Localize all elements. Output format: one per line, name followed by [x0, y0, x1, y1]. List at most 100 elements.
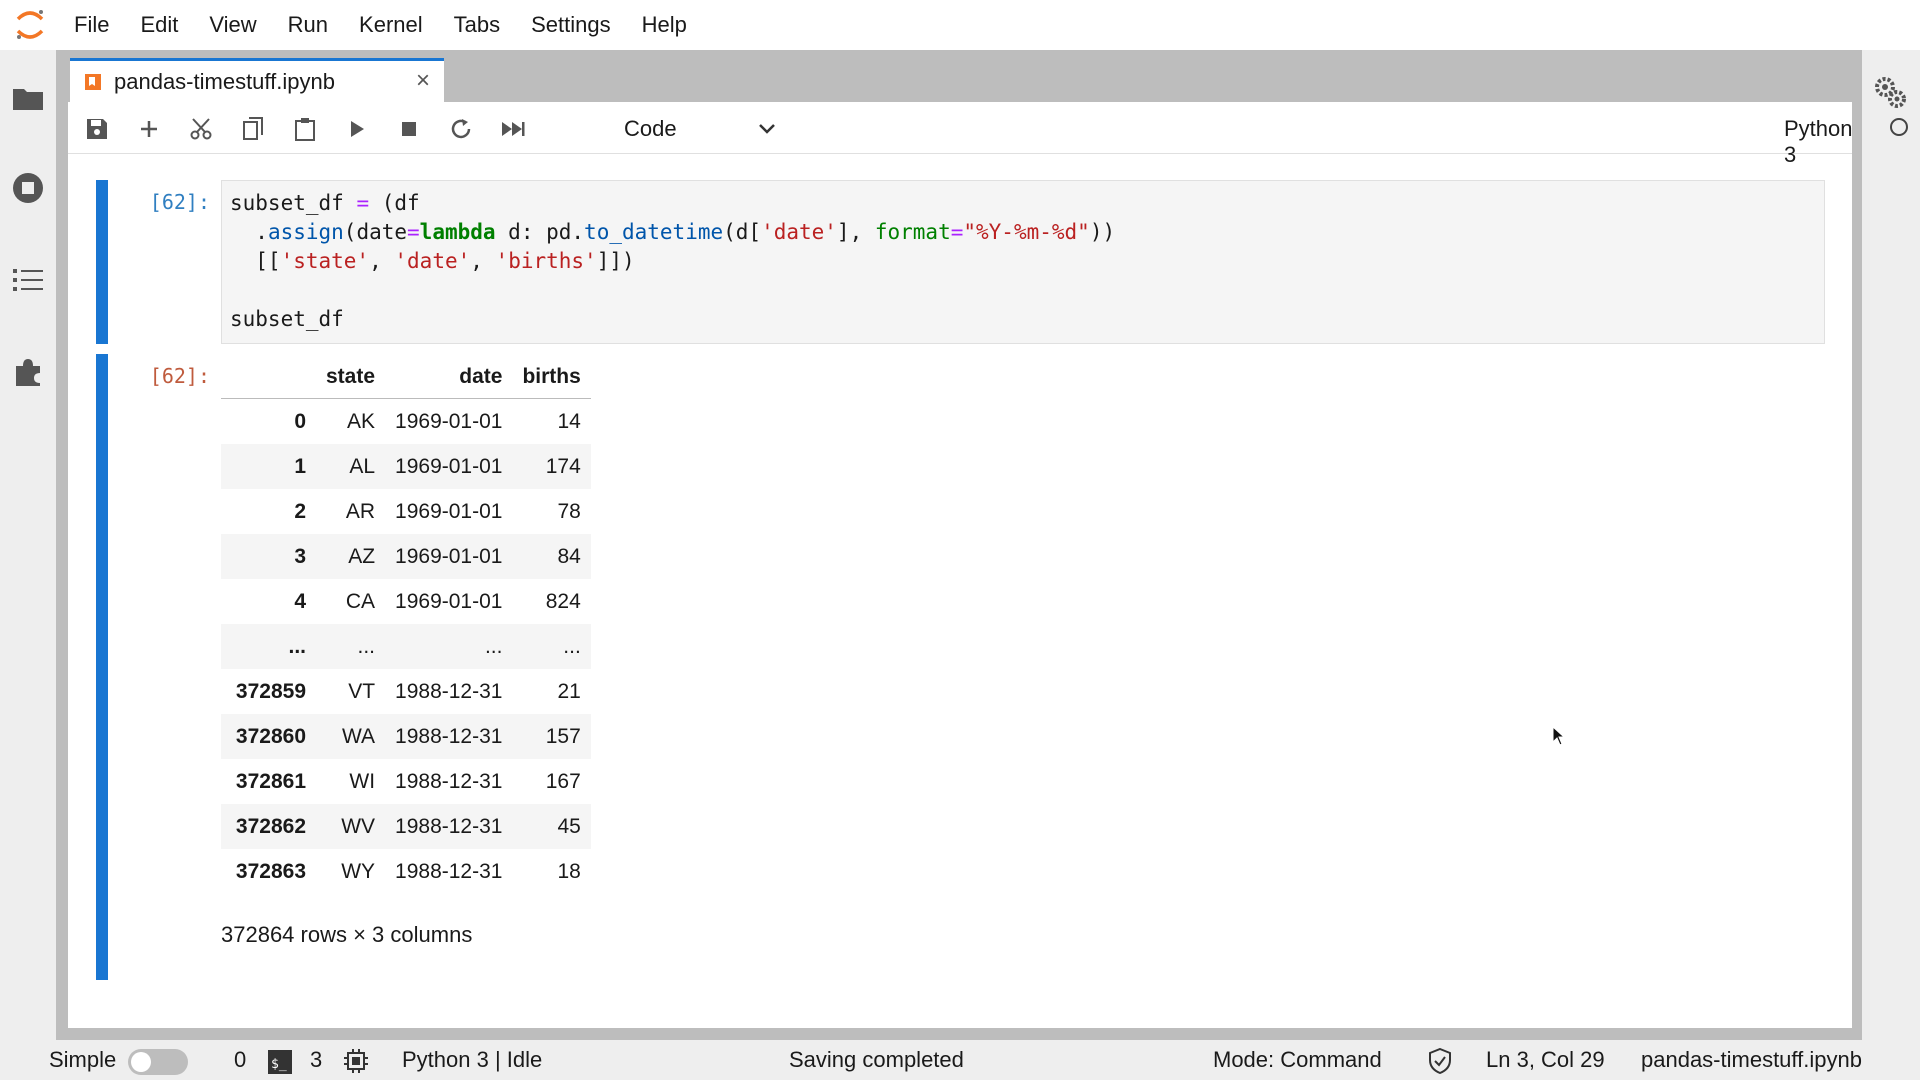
- running-sessions-icon[interactable]: [10, 170, 46, 206]
- cell-date: 1988-12-31: [395, 724, 503, 748]
- cell-births: 78: [557, 499, 581, 523]
- table-row: 1 AL 1969-01-01 174: [221, 444, 591, 489]
- tab-notebook[interactable]: pandas-timestuff.ipynb ×: [70, 58, 444, 102]
- menu-settings[interactable]: Settings: [531, 12, 611, 38]
- status-bar: Simple 0 $_ 3 Python 3 | Idle Saving com…: [0, 1040, 1920, 1080]
- extensions-puzzle-icon[interactable]: [10, 354, 46, 390]
- restart-icon[interactable]: [446, 114, 476, 144]
- cell-date: 1969-01-01: [395, 589, 503, 613]
- add-cell-icon[interactable]: [134, 114, 164, 144]
- row-index: 372862: [235, 814, 306, 838]
- paste-icon[interactable]: [290, 114, 320, 144]
- cell-state: ...: [357, 634, 376, 658]
- tab-title: pandas-timestuff.ipynb: [114, 68, 335, 94]
- status-message: Saving completed: [789, 1047, 964, 1072]
- run-icon[interactable]: [342, 114, 372, 144]
- status-filename: pandas-timestuff.ipynb: [1641, 1047, 1862, 1072]
- menu-kernel[interactable]: Kernel: [359, 12, 423, 38]
- index-header: [221, 356, 316, 399]
- kernels-count[interactable]: 3: [310, 1047, 322, 1073]
- notebook-toolbar: Code Python 3: [68, 102, 1908, 167]
- terminal-icon[interactable]: $_: [268, 1050, 292, 1080]
- cell-births: 824: [545, 589, 581, 613]
- row-index: 1: [294, 454, 306, 478]
- row-index: ...: [288, 634, 306, 658]
- cell-births: 18: [557, 859, 581, 883]
- output-collapser[interactable]: [96, 354, 108, 980]
- notebook-mode[interactable]: Mode: Command: [1213, 1047, 1382, 1073]
- menu-help[interactable]: Help: [642, 12, 687, 38]
- column-header: births: [512, 356, 591, 399]
- terminals-count[interactable]: 0: [234, 1047, 246, 1073]
- code-line: subset_df: [230, 307, 344, 331]
- code-line: [['state', 'date', 'births']]): [230, 249, 635, 273]
- cell-births: 14: [557, 409, 581, 433]
- row-index: 372859: [235, 679, 306, 703]
- row-index: 0: [294, 409, 306, 433]
- table-row: 0 AK 1969-01-01 14: [221, 399, 591, 445]
- table-row: 372862 WV 1988-12-31 45: [221, 804, 591, 849]
- folder-icon[interactable]: [10, 80, 46, 116]
- cell-state: WI: [349, 769, 376, 793]
- copy-icon[interactable]: [238, 114, 268, 144]
- cell-type-dropdown[interactable]: Code: [624, 114, 776, 144]
- input-collapser[interactable]: [96, 180, 108, 344]
- cell-births: 21: [557, 679, 581, 703]
- cell-state: AL: [349, 454, 376, 478]
- code-editor[interactable]: subset_df = (df .assign(date=lambda d: p…: [221, 180, 1825, 344]
- right-sidebar: [1862, 50, 1920, 1040]
- row-index: 372861: [235, 769, 306, 793]
- simple-mode-toggle[interactable]: [128, 1049, 188, 1075]
- cursor-position[interactable]: Ln 3, Col 29: [1486, 1047, 1605, 1073]
- row-index: 372860: [235, 724, 306, 748]
- menu-tabs[interactable]: Tabs: [454, 12, 500, 38]
- toggle-knob: [131, 1052, 151, 1072]
- menu-view[interactable]: View: [209, 12, 256, 38]
- table-row: 372860 WA 1988-12-31 157: [221, 714, 591, 759]
- menu-bar: File Edit View Run Kernel Tabs Settings …: [0, 0, 1920, 50]
- cell-date: 1988-12-31: [395, 859, 503, 883]
- cell-state: AZ: [348, 544, 376, 568]
- kernel-chip-icon[interactable]: [344, 1049, 368, 1079]
- cell-date: 1969-01-01: [395, 544, 503, 568]
- cell-state: CA: [345, 589, 376, 613]
- output-prompt: [62]:: [149, 364, 210, 388]
- simple-mode-label: Simple: [49, 1047, 117, 1072]
- cell-date: ...: [484, 634, 503, 658]
- table-row: 372859 VT 1988-12-31 21: [221, 669, 591, 714]
- kernel-name[interactable]: Python 3: [1784, 116, 1853, 168]
- column-header: state: [316, 356, 386, 399]
- left-sidebar: [0, 50, 56, 1040]
- menu-run[interactable]: Run: [288, 12, 328, 38]
- cell-state: AR: [345, 499, 376, 523]
- code-line: subset_df = (df: [230, 191, 420, 215]
- jupyter-logo-icon: [0, 0, 60, 50]
- svg-text:$_: $_: [271, 1057, 287, 1072]
- cell-date: 1988-12-31: [395, 769, 503, 793]
- trusted-shield-icon[interactable]: [1428, 1047, 1452, 1080]
- notebook-icon: [84, 73, 102, 91]
- cell-state: WY: [341, 859, 376, 883]
- cell-births: 167: [545, 769, 581, 793]
- row-index: 372863: [235, 859, 306, 883]
- mouse-cursor-icon: [1552, 725, 1566, 751]
- input-prompt: [62]:: [149, 190, 210, 214]
- table-of-contents-icon[interactable]: [10, 262, 46, 298]
- dataframe-shape: 372864 rows × 3 columns: [221, 922, 473, 947]
- cell-state: WA: [341, 724, 376, 748]
- menu-file[interactable]: File: [74, 12, 109, 38]
- save-icon[interactable]: [82, 114, 112, 144]
- kernel-status-text[interactable]: Python 3 | Idle: [402, 1047, 542, 1073]
- stop-icon[interactable]: [394, 114, 424, 144]
- menu-edit[interactable]: Edit: [140, 12, 178, 38]
- fast-forward-icon[interactable]: [498, 114, 528, 144]
- cut-icon[interactable]: [186, 114, 216, 144]
- cell-date: 1988-12-31: [395, 679, 503, 703]
- close-icon[interactable]: ×: [416, 69, 430, 93]
- row-index: 3: [294, 544, 306, 568]
- table-row: 3 AZ 1969-01-01 84: [221, 534, 591, 579]
- property-inspector-gears-icon[interactable]: [1872, 74, 1908, 110]
- code-line: .assign(date=lambda d: pd.to_datetime(d[…: [230, 220, 1116, 244]
- table-header-row: state date births: [221, 356, 591, 399]
